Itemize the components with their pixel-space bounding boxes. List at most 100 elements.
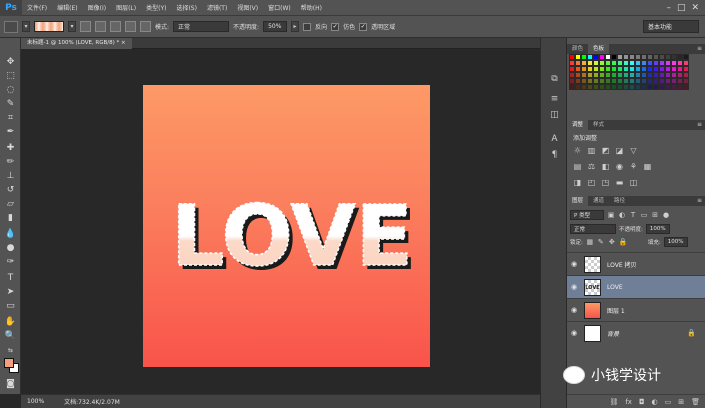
fill-input[interactable]: 100%	[663, 236, 688, 247]
move-tool-icon[interactable]: ✥	[4, 56, 17, 69]
photo-filter-icon[interactable]: ◉	[615, 162, 624, 171]
smart-object-filter-icon[interactable]: ⊞	[651, 211, 659, 219]
visibility-eye-icon[interactable]: ◉	[567, 283, 581, 291]
layer-row-love[interactable]: ◉ LOVE LOVE	[567, 275, 705, 298]
crop-tool-icon[interactable]: ⌗	[4, 112, 17, 125]
pixel-filter-icon[interactable]: ▣	[607, 211, 615, 219]
tool-preset-picker[interactable]	[4, 20, 18, 33]
tab-layers[interactable]: 图层	[567, 196, 589, 206]
mode-select[interactable]: 正常	[173, 21, 230, 32]
adjustment-filter-icon[interactable]: ◐	[618, 211, 626, 219]
paragraph-panel-icon[interactable]: ¶	[549, 150, 560, 161]
close-button[interactable]: ✕	[691, 3, 699, 13]
layer-row-layer-1[interactable]: ◉ 图层 1	[567, 298, 705, 321]
lock-position-icon[interactable]: ✥	[608, 238, 616, 246]
minimize-button[interactable]: –	[666, 3, 671, 13]
gradient-tool-icon[interactable]: ▮	[4, 212, 17, 225]
gradient-map-icon[interactable]: ▬	[615, 178, 624, 187]
healing-brush-tool-icon[interactable]: ✚	[4, 142, 17, 155]
color-swatch[interactable]	[683, 84, 689, 90]
selective-color-icon[interactable]: ◫	[629, 178, 638, 187]
canvas-area[interactable]: LOVE LOVE	[21, 49, 540, 394]
reverse-checkbox[interactable]	[303, 22, 312, 31]
color-balance-icon[interactable]: ⚖	[587, 162, 596, 171]
tab-swatches[interactable]: 色板	[588, 44, 610, 54]
blend-mode-select[interactable]: 正常	[570, 223, 616, 234]
link-layers-icon[interactable]: ⛓	[609, 398, 618, 406]
blur-tool-icon[interactable]: 💧	[4, 228, 17, 241]
exposure-icon[interactable]: ◪	[615, 146, 624, 155]
menu-file[interactable]: 文件(F)	[22, 3, 52, 12]
shape-filter-icon[interactable]: ▭	[640, 211, 648, 219]
rectangle-tool-icon[interactable]: ▭	[4, 300, 17, 313]
channel-mixer-icon[interactable]: ⚘	[629, 162, 638, 171]
tab-paths[interactable]: 路径	[609, 196, 630, 206]
lock-all-icon[interactable]: 🔒	[619, 238, 628, 246]
opacity-chevron-icon[interactable]: ▸	[291, 21, 300, 32]
black-white-icon[interactable]: ◧	[601, 162, 610, 171]
dodge-tool-icon[interactable]: ●	[4, 242, 17, 255]
quick-select-tool-icon[interactable]: ✎	[4, 98, 17, 111]
menu-window[interactable]: 窗口(W)	[263, 3, 296, 12]
opacity-input[interactable]: 50%	[263, 21, 288, 32]
threshold-icon[interactable]: ◳	[601, 178, 610, 187]
maximize-button[interactable]: □	[677, 3, 686, 13]
adjustments-menu-icon[interactable]: ≡	[697, 120, 702, 130]
gradient-preview[interactable]	[34, 21, 64, 32]
vibrance-icon[interactable]: ▽	[629, 146, 638, 155]
type-tool-icon[interactable]: T	[4, 272, 17, 285]
levels-icon[interactable]: ▥	[587, 146, 596, 155]
properties-panel-icon[interactable]: ≡	[549, 94, 560, 105]
layer-row-love-copy[interactable]: ◉ LOVE 拷贝	[567, 252, 705, 275]
layer-style-icon[interactable]: fx	[625, 398, 632, 406]
menu-edit[interactable]: 编辑(E)	[52, 3, 82, 12]
filter-toggle-icon[interactable]: ●	[662, 211, 670, 219]
layer-opacity-input[interactable]: 100%	[645, 223, 670, 234]
dither-checkbox[interactable]: ✓	[331, 22, 340, 31]
pen-tool-icon[interactable]: ✑	[4, 256, 17, 269]
eyedropper-tool-icon[interactable]: ✒	[4, 126, 17, 139]
lock-transparency-icon[interactable]: ▦	[586, 238, 594, 246]
menu-type[interactable]: 类型(Y)	[141, 3, 171, 12]
info-panel-icon[interactable]: ◫	[549, 110, 560, 121]
layer-row-background[interactable]: ◉ 背景 🔒	[567, 321, 705, 344]
visibility-eye-icon[interactable]: ◉	[567, 306, 581, 314]
invert-icon[interactable]: ◨	[573, 178, 582, 187]
gradient-picker-chevron-icon[interactable]: ▾	[68, 21, 76, 32]
swap-colors-icon[interactable]: ⇆	[4, 344, 17, 357]
swatches-grid[interactable]	[569, 54, 689, 106]
tab-color[interactable]: 颜色	[567, 44, 588, 54]
quick-mask-icon[interactable]: ◙	[4, 378, 17, 391]
radial-gradient-button[interactable]	[95, 21, 106, 32]
diamond-gradient-button[interactable]	[140, 21, 151, 32]
reflected-gradient-button[interactable]	[125, 21, 136, 32]
linear-gradient-button[interactable]	[80, 21, 91, 32]
menu-select[interactable]: 选择(S)	[171, 3, 202, 12]
delete-layer-icon[interactable]: 🗑	[691, 398, 700, 406]
zoom-level[interactable]: 100%	[27, 398, 44, 405]
menu-view[interactable]: 视图(V)	[232, 3, 263, 12]
transparency-checkbox[interactable]: ✓	[359, 22, 368, 31]
workspace-select[interactable]: 基本功能	[643, 20, 699, 33]
tab-channels[interactable]: 通道	[588, 196, 609, 206]
history-panel-icon[interactable]: ⧉	[549, 74, 560, 85]
type-filter-icon[interactable]: T	[629, 211, 637, 219]
visibility-eye-icon[interactable]: ◉	[567, 260, 581, 268]
document-tab[interactable]: 未标题-1 @ 100% (LOVE, RGB/8) * ×	[21, 38, 132, 49]
chevron-down-icon[interactable]: ▾	[22, 21, 30, 32]
color-lookup-icon[interactable]: ▦	[643, 162, 652, 171]
visibility-eye-icon[interactable]: ◉	[567, 329, 581, 337]
zoom-tool-icon[interactable]: 🔍	[4, 330, 17, 343]
brightness-contrast-icon[interactable]: ☼	[573, 146, 582, 155]
layers-menu-icon[interactable]: ≡	[697, 196, 702, 206]
menu-layer[interactable]: 图层(L)	[111, 3, 141, 12]
marquee-tool-icon[interactable]: ⬚	[4, 70, 17, 83]
hand-tool-icon[interactable]: ✋	[4, 316, 17, 329]
panel-menu-icon[interactable]: ≡	[697, 44, 702, 54]
tab-styles[interactable]: 样式	[588, 120, 609, 130]
brush-tool-icon[interactable]: ✏	[4, 156, 17, 169]
artboard[interactable]: LOVE LOVE	[143, 85, 430, 367]
eraser-tool-icon[interactable]: ▱	[4, 198, 17, 211]
posterize-icon[interactable]: ◰	[587, 178, 596, 187]
new-group-icon[interactable]: ▭	[665, 398, 672, 406]
